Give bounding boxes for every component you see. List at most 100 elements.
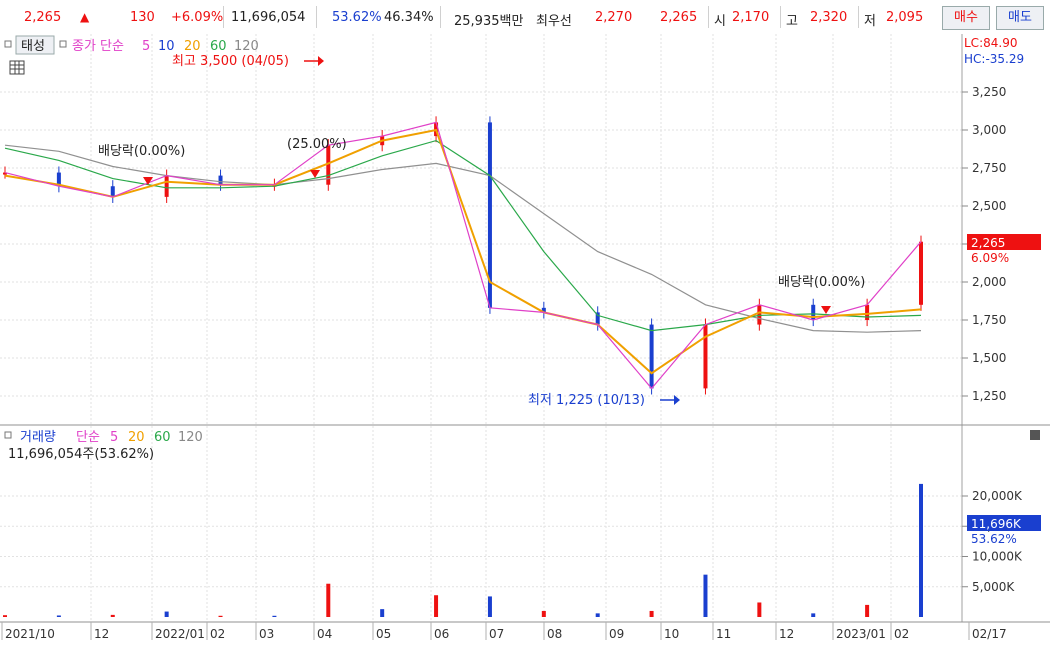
vol-ma5-label: 5 (110, 430, 118, 445)
x-tick-label: 07 (489, 627, 504, 641)
stock-chart[interactable]: 1,2501,5001,7502,0002,2502,5002,7503,000… (0, 34, 1050, 648)
volume-bar (703, 574, 708, 617)
volume-bar (811, 613, 816, 617)
y-tick-label: 2,500 (972, 199, 1006, 213)
candle-body (919, 241, 923, 305)
open-label: 시 (714, 14, 726, 29)
volume-info: 11,696,054주(53.62%) (8, 447, 154, 462)
divider (316, 6, 317, 28)
dividend-annotation-2: 배당락(0.00%) (778, 275, 865, 290)
y-tick-label: 1,750 (972, 313, 1006, 327)
vol-ma20-label: 20 (128, 430, 145, 445)
divider (223, 6, 224, 28)
change-percent: +6.09% (171, 10, 224, 25)
turnover-ratio: 53.62% (332, 10, 382, 25)
ma5-label: 5 (142, 39, 150, 54)
x-tick-label: 05 (376, 627, 391, 641)
best-ask: 2,270 (595, 10, 633, 25)
ma20-label: 20 (184, 39, 201, 54)
current-volume-tag-label: 11,696K (971, 517, 1022, 531)
volume-bar (3, 615, 7, 617)
x-tick-label: 12 (94, 627, 109, 641)
y-tick-label: 5,000K (972, 580, 1015, 594)
volume-bar (487, 596, 492, 617)
current-price: 2,265 (24, 10, 62, 25)
x-tick-label: 06 (434, 627, 449, 641)
split-annotation: (25.00%) (287, 137, 347, 152)
best-bid: 2,265 (660, 10, 698, 25)
turnover-ratio-2: 46.34% (384, 10, 434, 25)
divider (780, 6, 781, 28)
ma120-label: 120 (234, 39, 259, 54)
trade-volume: 11,696,054 (231, 10, 306, 25)
y-tick-label: 3,250 (972, 85, 1006, 99)
volume-bar (218, 615, 223, 617)
low-annotation: 최저 1,225 (10/13) (528, 393, 645, 408)
x-tick-label: 2021/10 (5, 627, 55, 641)
current-pct-tag: 6.09% (971, 251, 1009, 265)
volume-bar (919, 483, 923, 617)
best-quote-label: 최우선 (536, 14, 572, 29)
open-price: 2,170 (732, 10, 770, 25)
volume-bar (434, 595, 439, 617)
x-tick-label: 09 (609, 627, 624, 641)
volume-bar (326, 583, 331, 617)
x-tick-label: 2022/01 (155, 627, 205, 641)
volume-bar (56, 615, 61, 617)
divider (440, 6, 441, 28)
divider (708, 6, 709, 28)
high-annotation: 최고 3,500 (04/05) (172, 54, 289, 69)
table-icon[interactable] (9, 60, 25, 75)
price-change: 130 (130, 10, 155, 25)
volume-bar (110, 614, 115, 617)
candle-body (757, 304, 762, 325)
dividend-annotation-1: 배당락(0.00%) (98, 144, 185, 159)
ma60-label: 60 (210, 39, 227, 54)
x-tick-label: 10 (664, 627, 679, 641)
quote-bar: 2,265 ▲ 130 +6.09% 11,696,054 53.62% 46.… (0, 0, 1050, 35)
x-tick-label: 12 (779, 627, 794, 641)
sell-button[interactable]: 매도 (996, 6, 1044, 30)
vol-ma120-label: 120 (178, 430, 203, 445)
up-arrow-icon: ▲ (80, 10, 90, 24)
volume-bar (595, 613, 600, 617)
candle-body (703, 324, 708, 389)
volume-bar (865, 604, 870, 617)
panel-close-icon[interactable] (1030, 430, 1040, 440)
y-tick-label: 2,000 (972, 275, 1006, 289)
volume-bar (541, 610, 546, 617)
price-series-label: 종가 단순 (72, 39, 124, 54)
y-tick-label: 1,250 (972, 389, 1006, 403)
x-tick-label: 11 (716, 627, 731, 641)
current-price-tag-label: 2,265 (971, 236, 1005, 250)
x-tick-label: 02/17 (972, 627, 1007, 641)
volume-bar (380, 609, 385, 617)
x-tick-label: 2023/01 (836, 627, 886, 641)
volume-title: 거래량 (20, 430, 56, 445)
divider (858, 6, 859, 28)
buy-button[interactable]: 매수 (942, 6, 990, 30)
volume-bar (649, 610, 654, 617)
volume-series-label: 단순 (76, 430, 100, 445)
candle-body (164, 175, 169, 197)
y-tick-label: 20,000K (972, 489, 1023, 503)
volume-bar (757, 602, 762, 617)
candle-body (218, 175, 223, 185)
y-tick-label: 10,000K (972, 550, 1023, 564)
stock-tab-label: 태성 (21, 39, 45, 54)
x-tick-label: 04 (317, 627, 332, 641)
x-tick-label: 08 (547, 627, 562, 641)
lc-label: LC:84.90 (964, 36, 1017, 50)
hc-label: HC:-35.29 (964, 52, 1024, 66)
current-volume-pct: 53.62% (971, 532, 1017, 546)
vol-ma60-label: 60 (154, 430, 171, 445)
x-tick-label: 02 (894, 627, 909, 641)
high-price: 2,320 (810, 10, 848, 25)
y-tick-label: 2,750 (972, 161, 1006, 175)
volume-bar (164, 611, 169, 617)
x-tick-label: 03 (259, 627, 274, 641)
candle-body (649, 324, 654, 389)
x-tick-label: 02 (210, 627, 225, 641)
low-price: 2,095 (886, 10, 924, 25)
high-label: 고 (786, 14, 798, 29)
